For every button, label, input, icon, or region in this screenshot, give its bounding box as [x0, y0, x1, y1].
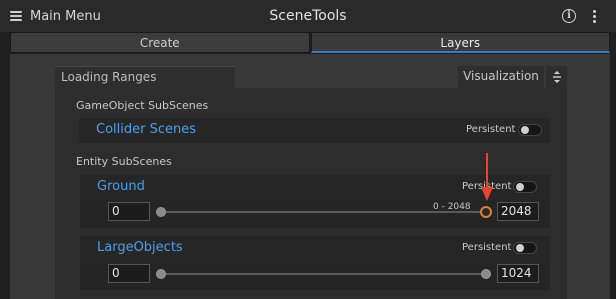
persistent-label: Persistent: [462, 242, 512, 253]
range-slider-track[interactable]: [160, 211, 486, 213]
gameobject-subscenes-label: GameObject SubScenes: [76, 99, 209, 112]
range-row: 0 1024: [80, 263, 550, 287]
info-icon[interactable]: i: [562, 9, 576, 23]
scene-card-largeobjects: LargeObjects Persistent 0 1024: [80, 236, 550, 290]
sort-icon[interactable]: [546, 66, 567, 88]
max-handle[interactable]: [480, 206, 492, 218]
min-handle[interactable]: [156, 269, 166, 279]
loading-ranges-tab[interactable]: Loading Ranges: [55, 66, 235, 88]
persistent-toggle[interactable]: [518, 124, 542, 136]
persistent-toggle[interactable]: [513, 181, 537, 193]
app-title: SceneTools: [269, 8, 347, 24]
scene-card-collider: Collider Scenes Persistent: [79, 118, 550, 143]
scene-name[interactable]: Collider Scenes: [96, 122, 196, 137]
scene-header: Collider Scenes Persistent: [79, 118, 550, 142]
tab-layers[interactable]: Layers: [310, 32, 610, 53]
min-range-input[interactable]: 0: [108, 202, 150, 221]
scene-name[interactable]: LargeObjects: [97, 240, 183, 255]
section-header: Loading Ranges Visualization: [55, 66, 567, 88]
range-slider-track[interactable]: [160, 273, 486, 275]
scene-name[interactable]: Ground: [97, 179, 145, 194]
range-row: 0 0 - 2048 2048: [80, 201, 550, 225]
kebab-menu-icon[interactable]: [592, 10, 596, 23]
max-handle[interactable]: [481, 269, 491, 279]
tab-bar: Create Layers: [10, 32, 610, 53]
persistent-toggle[interactable]: [513, 242, 537, 254]
tab-create[interactable]: Create: [10, 32, 310, 53]
max-range-input[interactable]: 2048: [497, 202, 539, 221]
min-range-input[interactable]: 0: [108, 264, 150, 283]
annotation-arrow-icon: [481, 153, 493, 201]
persistent-label: Persistent: [466, 124, 516, 135]
title-bar: Main Menu SceneTools i: [0, 0, 616, 32]
visualization-button[interactable]: Visualization: [458, 66, 544, 88]
entity-subscenes-label: Entity SubScenes: [76, 155, 172, 168]
min-handle[interactable]: [156, 207, 166, 217]
scene-header: LargeObjects Persistent: [80, 236, 550, 260]
max-range-input[interactable]: 1024: [497, 264, 539, 283]
